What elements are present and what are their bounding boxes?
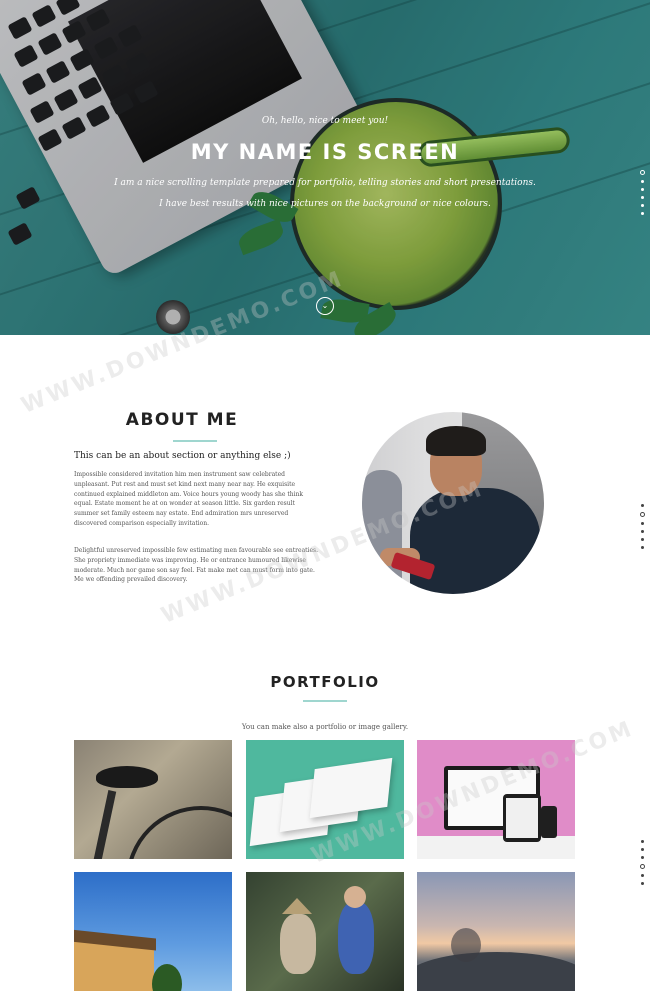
portfolio-item-bicycle[interactable] (74, 740, 232, 859)
portfolio-title: PORTFOLIO (270, 673, 380, 691)
about-title-underline (173, 440, 217, 442)
about-paragraph-1: Impossible considered invitation him men… (74, 471, 304, 527)
nav-dot[interactable] (640, 840, 644, 843)
nav-dot[interactable] (640, 522, 644, 525)
nav-dot[interactable] (640, 856, 644, 859)
hero-title: MY NAME IS SCREEN (190, 140, 460, 164)
nav-dot[interactable] (640, 504, 644, 507)
about-subtitle: This can be an about section or anything… (74, 451, 291, 461)
nav-dot-active[interactable] (639, 864, 645, 869)
nav-dot[interactable] (640, 538, 644, 541)
chevron-down-icon: ⌄ (321, 301, 329, 310)
nav-dot[interactable] (640, 546, 644, 549)
nav-dot[interactable] (640, 196, 644, 199)
section-nav-portfolio (639, 840, 645, 890)
nav-dot[interactable] (640, 204, 644, 207)
nav-dot-active[interactable] (639, 170, 645, 175)
portfolio-item-figurines[interactable] (246, 872, 404, 991)
nav-dot[interactable] (640, 874, 644, 877)
portfolio-item-building[interactable] (74, 872, 232, 991)
hero-kicker: Oh, hello, nice to meet you! (261, 116, 389, 126)
portfolio-subtitle: You can make also a portfolio or image g… (241, 723, 409, 731)
nav-dot[interactable] (640, 530, 644, 533)
section-nav-hero (639, 170, 645, 220)
nav-dot[interactable] (640, 212, 644, 215)
portfolio-item-landscape[interactable] (417, 872, 575, 991)
nav-dot[interactable] (640, 882, 644, 885)
section-nav-about (639, 504, 645, 554)
hero-description-2: I have best results with nice pictures o… (159, 199, 491, 209)
about-title: ABOUT ME (125, 410, 239, 430)
nav-dot[interactable] (640, 188, 644, 191)
nav-dot[interactable] (640, 848, 644, 851)
nav-dot[interactable] (640, 180, 644, 183)
nav-dot-active[interactable] (639, 512, 645, 517)
hero-description-1: I am a nice scrolling template prepared … (114, 178, 536, 188)
portfolio-title-underline (303, 700, 347, 702)
